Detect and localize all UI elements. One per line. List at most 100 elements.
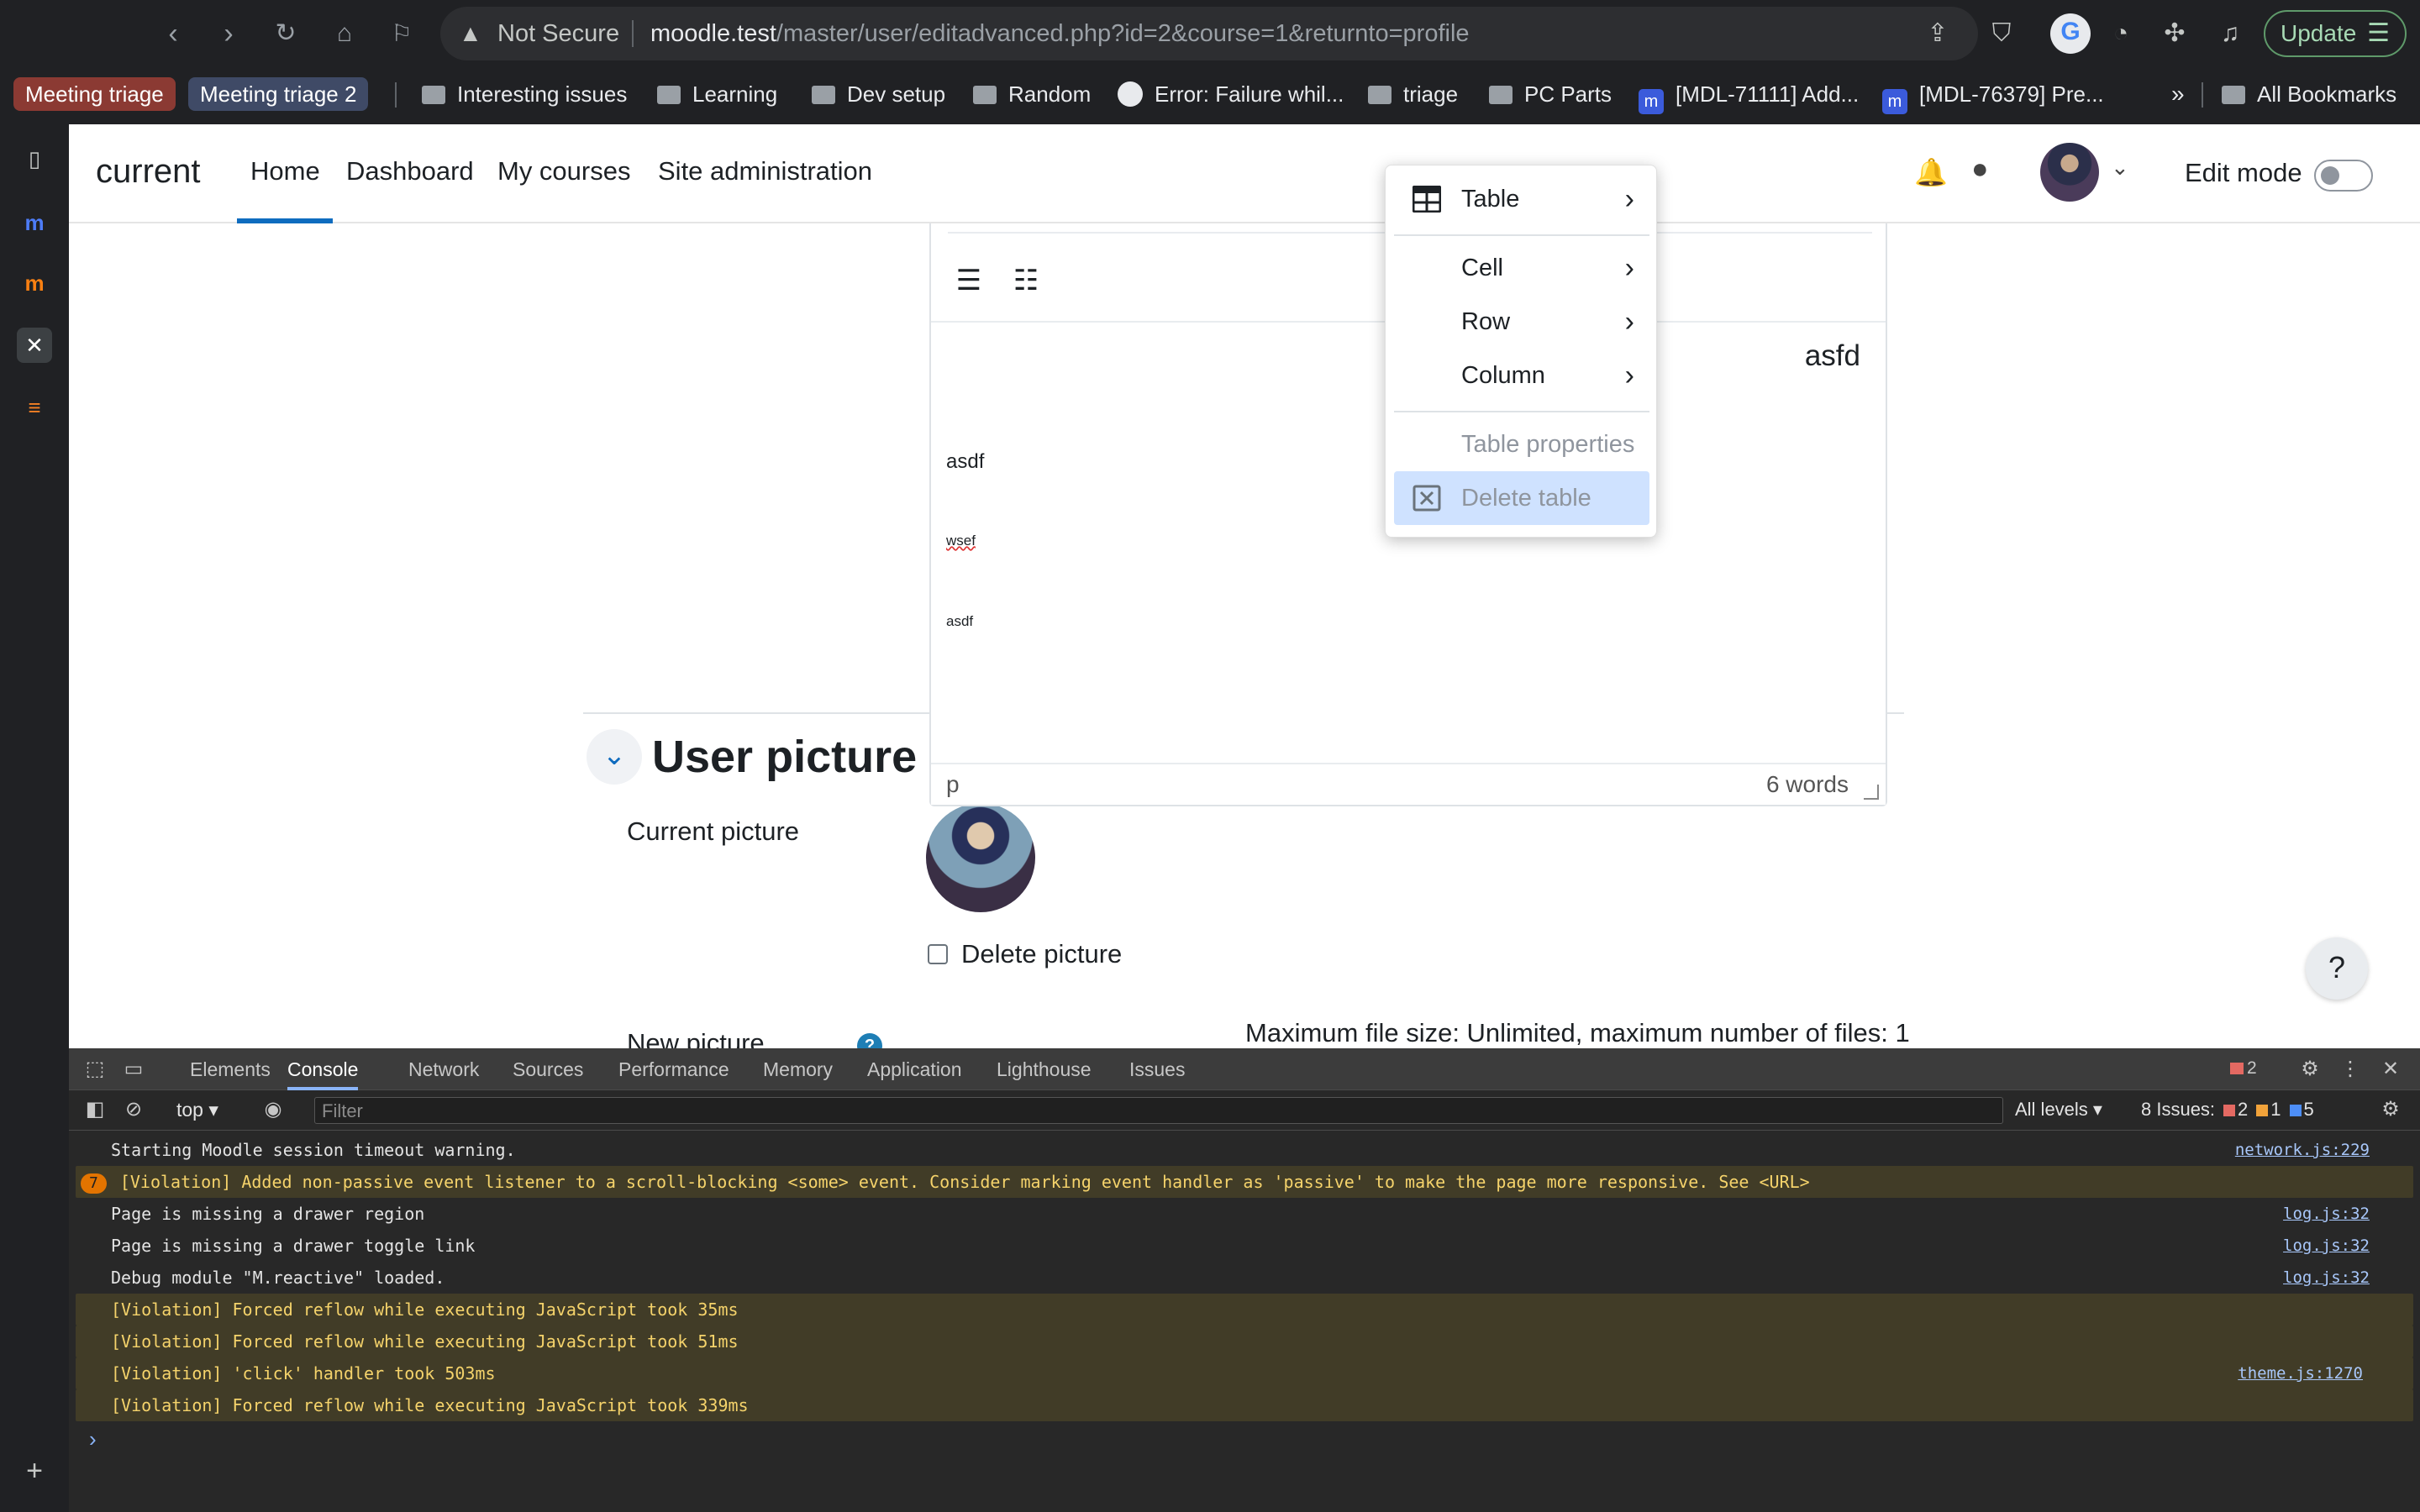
bookmark-learning[interactable]: Learning (657, 77, 777, 111)
tab-lighthouse[interactable]: Lighthouse (997, 1048, 1092, 1090)
page-viewport: current Home Dashboard My courses Site a… (69, 124, 2420, 1048)
nav-my-courses[interactable]: My courses (497, 156, 630, 186)
tab-issues[interactable]: Issues (1129, 1048, 1185, 1090)
sidebar-icon[interactable]: ◧ (81, 1095, 109, 1124)
issues-counter[interactable]: 8 Issues: 2 1 5 (2141, 1099, 2314, 1121)
source-link[interactable]: network.js:229 (2235, 1134, 2370, 1166)
folder-icon (657, 86, 681, 104)
forward-icon[interactable]: › (210, 15, 247, 52)
more-bookmarks-icon[interactable]: » (2171, 77, 2185, 111)
menu-item-table-properties[interactable]: Table properties (1394, 417, 1649, 471)
tab-elements[interactable]: Elements (190, 1048, 271, 1090)
bookmark-pc-parts[interactable]: PC Parts (1489, 77, 1612, 111)
bookmark-divider (2202, 82, 2203, 108)
error-count-badge[interactable]: 2 (2230, 1058, 2257, 1079)
more-options-icon[interactable]: ⋮ (2336, 1055, 2365, 1084)
tab-performance[interactable]: Performance (618, 1048, 729, 1090)
new-tab-icon[interactable]: + (17, 1453, 52, 1488)
source-link[interactable]: log.js:32 (2283, 1262, 2370, 1294)
media-icon[interactable]: ♫ (2212, 15, 2249, 52)
console-filter-input[interactable]: Filter (314, 1097, 2003, 1124)
bookmark-mdl-71111[interactable]: m [MDL-71111] Add... (1639, 77, 1859, 114)
menu-item-label: Table (1461, 186, 1520, 213)
context-selector[interactable]: top ▾ (176, 1099, 218, 1121)
nav-home[interactable]: Home (250, 156, 320, 186)
device-toolbar-icon[interactable]: ▭ (119, 1055, 148, 1084)
rewards-icon[interactable]: ◔ (2102, 15, 2139, 52)
settings-icon[interactable]: ⚙ (2296, 1055, 2324, 1084)
source-link[interactable]: log.js:32 (2283, 1230, 2370, 1262)
menu-item-table[interactable]: Table › (1394, 172, 1649, 226)
help-button[interactable]: ? (2306, 937, 2368, 1000)
resize-handle[interactable] (1864, 785, 1879, 800)
bookmark-icon[interactable]: ⚐ (383, 15, 420, 52)
menu-item-cell[interactable]: Cell › (1394, 241, 1649, 295)
bookmark-triage[interactable]: triage (1368, 77, 1458, 111)
folder-icon (422, 86, 445, 104)
eye-icon[interactable]: ◉ (259, 1095, 287, 1124)
delete-picture-checkbox[interactable] (928, 944, 948, 964)
menu-item-row[interactable]: Row › (1394, 295, 1649, 349)
url-text[interactable]: moodle.test/master/user/editadvanced.php… (650, 20, 1470, 48)
bookmark-mdl-76379[interactable]: m [MDL-76379] Pre... (1882, 77, 2104, 114)
chevron-right-icon: › (1624, 183, 1634, 215)
table-context-menu: Table › Cell › Row › Column › Table prop… (1385, 165, 1657, 538)
tab-sources[interactable]: Sources (513, 1048, 583, 1090)
bullet-list-icon[interactable]: ☰ (948, 262, 990, 299)
close-devtools-icon[interactable]: ✕ (2376, 1055, 2405, 1084)
menu-separator (1394, 234, 1649, 236)
brave-shield-icon[interactable]: ⛉ (1983, 15, 2020, 52)
translate-icon[interactable]: G (2050, 13, 2091, 54)
bookmark-interesting-issues[interactable]: Interesting issues (422, 77, 627, 111)
collapse-section-button[interactable]: ⌄ (587, 729, 642, 785)
nav-dashboard[interactable]: Dashboard (346, 156, 474, 186)
source-link[interactable]: theme.js:1270 (2238, 1357, 2363, 1389)
sidebar-toggle-icon[interactable]: ▯ (17, 141, 52, 176)
bookmark-all-bookmarks[interactable]: All Bookmarks (2222, 77, 2396, 111)
close-tab-icon[interactable]: ✕ (17, 328, 52, 363)
menu-item-column[interactable]: Column › (1394, 349, 1649, 402)
avatar[interactable] (2040, 143, 2099, 202)
bookmark-random[interactable]: Random (973, 77, 1091, 111)
help-icon[interactable]: ? (857, 1033, 882, 1048)
tab-network[interactable]: Network (408, 1048, 479, 1090)
site-brand[interactable]: current (96, 153, 201, 191)
menu-item-delete-table[interactable]: Delete table (1394, 471, 1649, 525)
tab-memory[interactable]: Memory (763, 1048, 833, 1090)
not-secure-label: Not Secure (497, 20, 620, 47)
back-icon[interactable]: ‹ (155, 15, 192, 52)
inspect-icon[interactable]: ⬚ (81, 1055, 109, 1084)
repeat-count-badge[interactable]: 7 (81, 1173, 107, 1194)
extensions-icon[interactable]: ✣ (2156, 15, 2193, 52)
update-button[interactable]: Update ☰ (2264, 10, 2407, 57)
bell-icon[interactable]: 🔔 (1914, 156, 1948, 188)
chevron-down-icon[interactable]: ⌄ (2111, 155, 2129, 181)
moodle-tab-icon[interactable]: m (17, 265, 52, 301)
bookmark-dev-setup[interactable]: Dev setup (812, 77, 945, 111)
bookmark-error-failure[interactable]: Error: Failure whil... (1118, 77, 1344, 111)
console-prompt[interactable]: › (89, 1426, 97, 1452)
tab-application[interactable]: Application (867, 1048, 962, 1090)
bookmark-tag-meeting-triage-2[interactable]: Meeting triage 2 (188, 77, 369, 111)
log-levels-dropdown[interactable]: All levels ▾ (2015, 1099, 2102, 1121)
stackoverflow-tab-icon[interactable]: ≡ (17, 390, 52, 425)
reload-icon[interactable]: ↻ (267, 15, 304, 52)
source-link[interactable]: log.js:32 (2283, 1198, 2370, 1230)
element-path[interactable]: p (946, 771, 960, 798)
share-icon[interactable]: ⇪ (1919, 15, 1956, 52)
numbered-list-icon[interactable]: ☷ (1005, 262, 1047, 299)
tab-console[interactable]: Console (287, 1048, 359, 1090)
moodle-tab-icon[interactable]: m (17, 205, 52, 240)
bookmark-tag-meeting-triage[interactable]: Meeting triage (13, 77, 176, 111)
edit-mode-toggle[interactable] (2314, 160, 2373, 192)
address-bar[interactable]: ▲ Not Secure moodle.test/master/user/edi… (440, 7, 1978, 60)
chat-icon[interactable]: ● (1971, 153, 1989, 186)
delete-picture-label[interactable]: Delete picture (961, 939, 1122, 969)
bookmark-label: All Bookmarks (2257, 81, 2397, 107)
menu-item-label: Column (1461, 362, 1545, 389)
console-settings-icon[interactable]: ⚙ (2376, 1095, 2405, 1124)
home-icon[interactable]: ⌂ (326, 15, 363, 52)
clear-console-icon[interactable]: ⊘ (119, 1095, 148, 1124)
folder-icon (1489, 86, 1512, 104)
nav-site-administration[interactable]: Site administration (658, 156, 872, 186)
